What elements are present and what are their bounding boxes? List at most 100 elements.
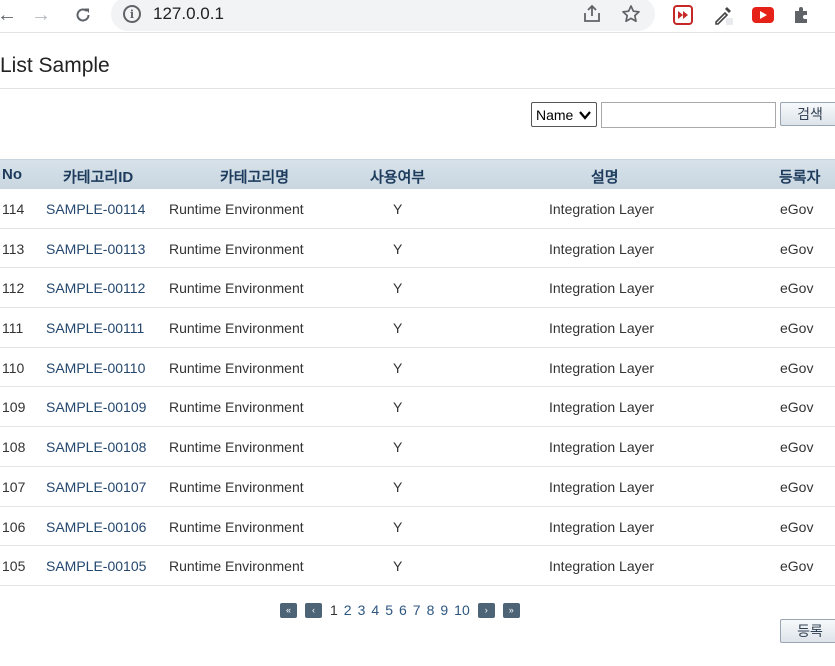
cell-registrant: eGov xyxy=(780,240,814,257)
table-row[interactable]: 110 SAMPLE-00110 Runtime Environment Y Integ… xyxy=(0,348,835,388)
page-title: List Sample xyxy=(0,54,110,77)
cell-use-yn: Y xyxy=(393,240,403,257)
cell-no: 111 xyxy=(2,320,24,337)
cell-no: 112 xyxy=(2,280,25,297)
page-numbers: 1 2 3 4 5 6 7 8 9 10 xyxy=(330,602,476,618)
page-link-6[interactable]: 6 xyxy=(399,602,407,618)
header-no: No xyxy=(2,166,22,183)
cell-registrant: eGov xyxy=(780,201,814,217)
table-row[interactable]: 108 SAMPLE-00108 Runtime Environment Y Integ… xyxy=(0,427,835,467)
cell-category-name: Runtime Environment xyxy=(169,518,304,535)
cell-no: 106 xyxy=(2,518,26,535)
search-keyword-input[interactable] xyxy=(601,102,776,128)
address-bar[interactable]: i 127.0.0.1 xyxy=(111,0,655,31)
double-left-arrow-icon[interactable]: « xyxy=(280,602,297,618)
cell-no: 113 xyxy=(2,240,25,257)
cell-category-name: Runtime Environment xyxy=(169,558,304,575)
cell-category-name: Runtime Environment xyxy=(169,201,304,217)
cell-category-id-link[interactable]: SAMPLE-00106 xyxy=(46,519,146,535)
cell-category-id-link[interactable]: SAMPLE-00111 xyxy=(46,320,144,336)
cell-category-id-link[interactable]: SAMPLE-00112 xyxy=(46,280,145,296)
title-divider xyxy=(0,88,835,89)
cell-category-id-link[interactable]: SAMPLE-00113 xyxy=(46,241,145,257)
reload-icon[interactable] xyxy=(70,2,96,28)
cell-registrant: eGov xyxy=(780,359,814,376)
cell-use-yn: Y xyxy=(393,439,403,456)
cell-use-yn: Y xyxy=(393,518,403,535)
table-row[interactable]: 106 SAMPLE-00106 Runtime Environment Y Integ… xyxy=(0,507,835,547)
table-row[interactable]: 111 SAMPLE-00111 Runtime Environment Y Integ… xyxy=(0,308,835,348)
share-icon[interactable] xyxy=(581,3,603,25)
cell-category-name: Runtime Environment xyxy=(169,359,304,376)
cell-registrant: eGov xyxy=(780,478,814,495)
cell-no: 105 xyxy=(2,558,26,575)
cell-description: Integration Layer xyxy=(549,359,655,376)
youtube-extension-icon[interactable] xyxy=(752,4,774,26)
cell-description: Integration Layer xyxy=(549,478,655,495)
cell-description: Integration Layer xyxy=(549,280,655,297)
page-link-1[interactable]: 1 xyxy=(330,602,338,618)
search-condition-select[interactable]: Name xyxy=(531,102,597,127)
header-category-id: 카테고리ID xyxy=(63,169,134,186)
cell-registrant: eGov xyxy=(780,439,814,456)
pagination: « ‹ 1 2 3 4 5 6 7 8 9 10 › » xyxy=(280,600,528,620)
header-registrant: 등록자 xyxy=(779,169,821,186)
cell-description: Integration Layer xyxy=(549,558,655,575)
chevron-down-icon xyxy=(579,111,591,120)
right-arrow-icon[interactable]: › xyxy=(477,602,495,618)
page-link-10[interactable]: 10 xyxy=(454,602,470,618)
page-link-2[interactable]: 2 xyxy=(344,602,352,618)
cell-category-id-link[interactable]: SAMPLE-00114 xyxy=(46,201,145,217)
cell-registrant: eGov xyxy=(780,280,814,297)
cell-description: Integration Layer xyxy=(549,201,655,217)
cell-category-id-link[interactable]: SAMPLE-00108 xyxy=(46,439,146,455)
page-link-3[interactable]: 3 xyxy=(358,602,366,618)
forward-icon[interactable]: → xyxy=(28,2,54,28)
table-row[interactable]: 112 SAMPLE-00112 Runtime Environment Y Integ… xyxy=(0,268,835,309)
table-header: No 카테고리ID 카테고리명 사용여부 설명 등록자 xyxy=(0,159,835,189)
cell-category-id-link[interactable]: SAMPLE-00110 xyxy=(46,360,145,376)
page-link-5[interactable]: 5 xyxy=(385,602,393,618)
cell-use-yn: Y xyxy=(393,399,403,416)
bookmark-star-icon[interactable] xyxy=(620,3,642,25)
table-row[interactable]: 107 SAMPLE-00107 Runtime Environment Y Integ… xyxy=(0,467,835,507)
left-arrow-icon[interactable]: ‹ xyxy=(305,602,322,618)
extensions-puzzle-icon[interactable] xyxy=(791,4,813,26)
cell-registrant: eGov xyxy=(780,320,814,337)
cell-category-id-link[interactable]: SAMPLE-00109 xyxy=(46,399,146,415)
table-row[interactable]: 113 SAMPLE-00113 Runtime Environment Y Integ… xyxy=(0,229,835,269)
page-link-4[interactable]: 4 xyxy=(371,602,379,618)
cell-category-name: Runtime Environment xyxy=(169,320,304,337)
table-body: 114 SAMPLE-00114 Runtime Environment Y Integ… xyxy=(0,189,835,586)
cell-use-yn: Y xyxy=(393,558,403,575)
cell-description: Integration Layer xyxy=(549,439,655,456)
cell-no: 108 xyxy=(2,439,26,456)
cell-category-name: Runtime Environment xyxy=(169,439,304,456)
cell-category-name: Runtime Environment xyxy=(169,399,304,416)
search-button[interactable]: 검색 xyxy=(780,102,835,126)
fast-forward-extension-icon[interactable] xyxy=(672,4,694,26)
cell-category-name: Runtime Environment xyxy=(169,478,304,495)
cell-category-id-link[interactable]: SAMPLE-00107 xyxy=(46,479,146,495)
register-button[interactable]: 등록 xyxy=(780,619,835,643)
table-row[interactable]: 109 SAMPLE-00109 Runtime Environment Y Integ… xyxy=(0,387,835,428)
page-link-9[interactable]: 9 xyxy=(440,602,448,618)
cell-registrant: eGov xyxy=(780,558,814,575)
page-link-7[interactable]: 7 xyxy=(413,602,421,618)
site-info-icon[interactable]: i xyxy=(123,5,141,23)
table-row[interactable]: 114 SAMPLE-00114 Runtime Environment Y Integ… xyxy=(0,189,835,229)
eyedropper-extension-icon[interactable] xyxy=(712,4,734,26)
cell-no: 114 xyxy=(2,201,25,217)
back-icon[interactable]: ← xyxy=(0,2,20,28)
cell-no: 107 xyxy=(2,478,26,495)
cell-category-id-link[interactable]: SAMPLE-00105 xyxy=(46,558,146,574)
search-condition-value: Name xyxy=(536,106,574,123)
header-category-name: 카테고리명 xyxy=(220,169,290,186)
page-link-8[interactable]: 8 xyxy=(427,602,435,618)
cell-registrant: eGov xyxy=(780,399,814,416)
cell-registrant: eGov xyxy=(780,518,814,535)
url-text[interactable]: 127.0.0.1 xyxy=(153,4,224,24)
table-row[interactable]: 105 SAMPLE-00105 Runtime Environment Y Integ… xyxy=(0,546,835,586)
double-right-arrow-icon[interactable]: » xyxy=(502,602,520,618)
cell-description: Integration Layer xyxy=(549,399,655,416)
